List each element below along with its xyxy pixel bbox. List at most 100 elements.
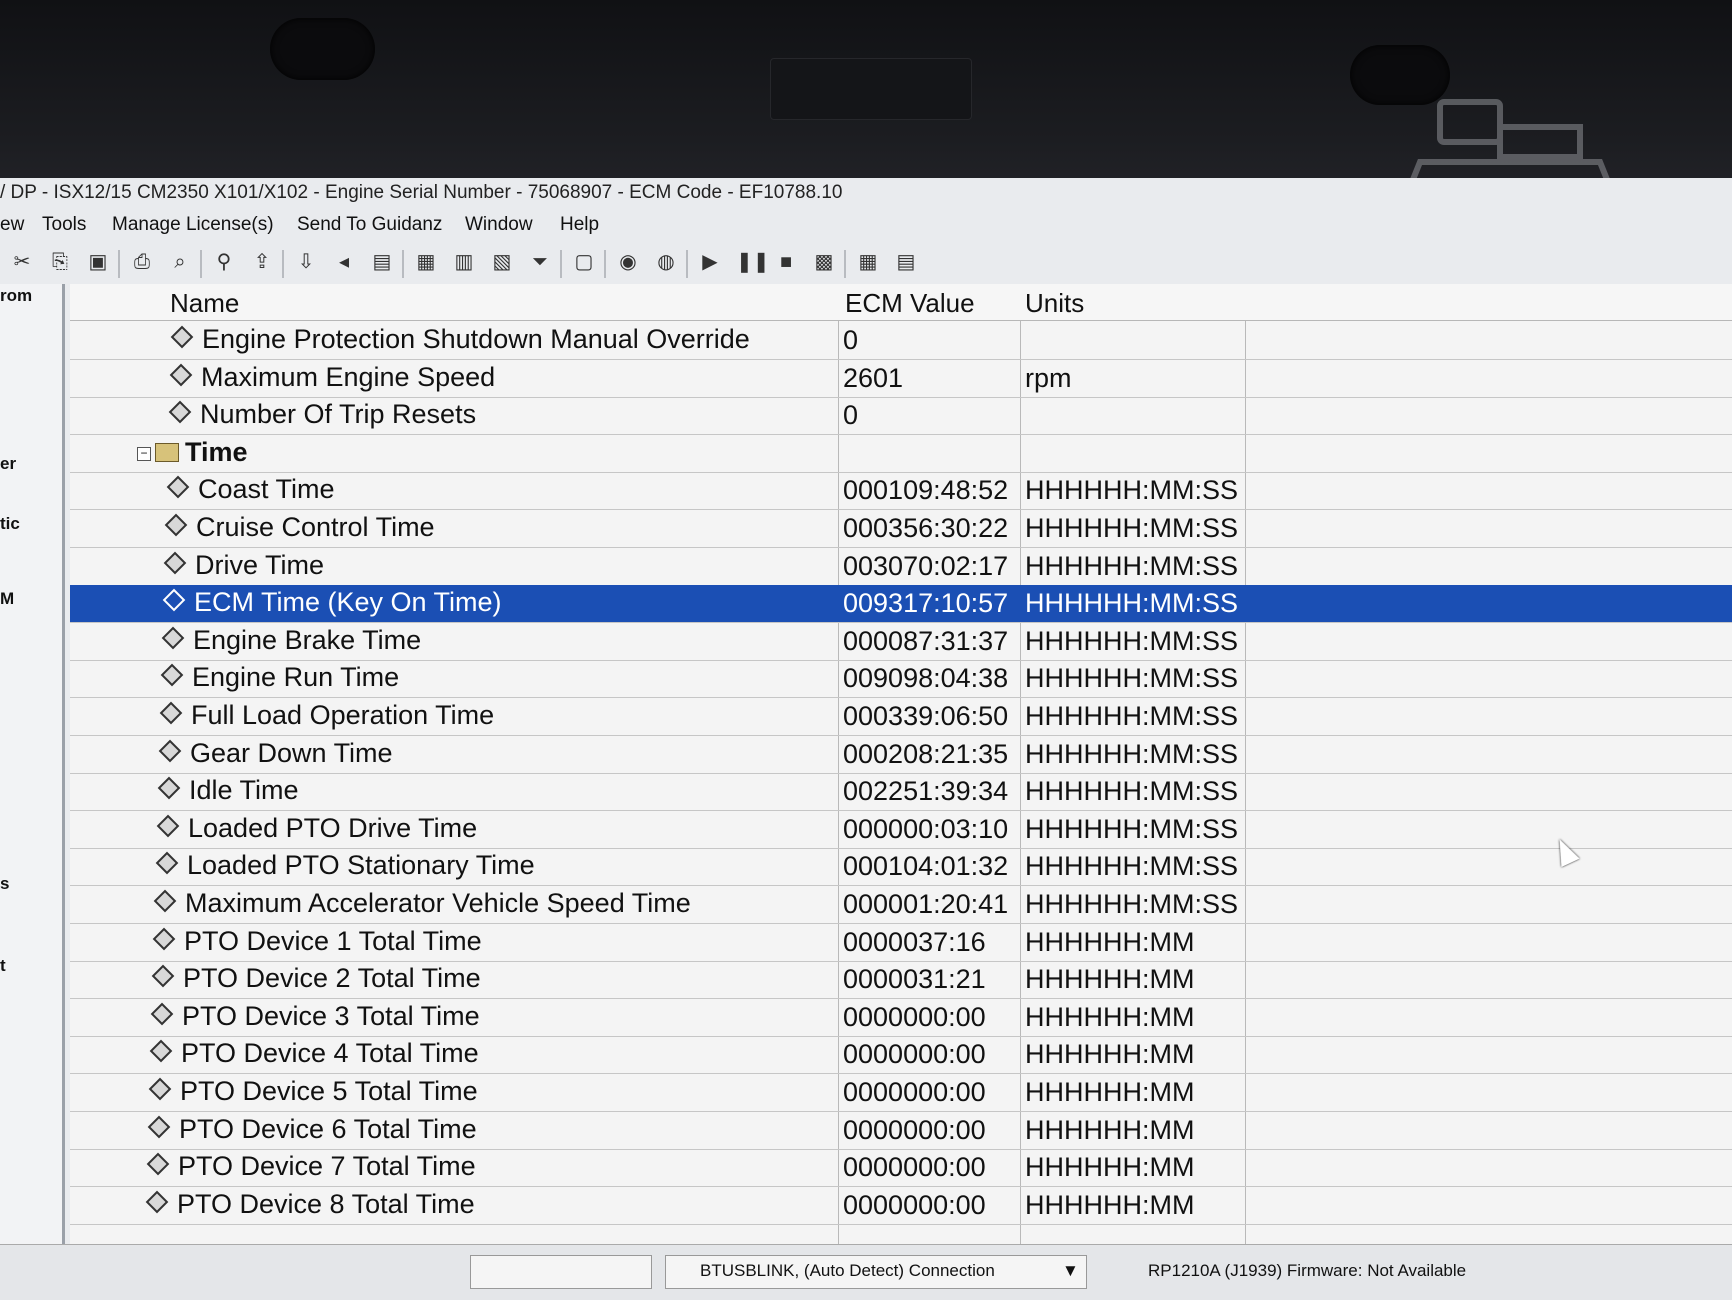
- row-units: HHHHHH:MM: [1025, 964, 1195, 995]
- left-panel-label: tic: [0, 514, 20, 533]
- folder-icon: [155, 442, 179, 462]
- table-row[interactable]: Number Of Trip Resets 0: [70, 397, 1732, 436]
- calc-icon[interactable]: ▦: [856, 250, 880, 274]
- table-row[interactable]: PTO Device 1 Total Time 0000037:16 HHHHHH:…: [70, 924, 1732, 962]
- parameter-icon: [168, 400, 192, 424]
- bezel-camera: [770, 58, 972, 120]
- toolbar-separator: [560, 250, 562, 278]
- table-row[interactable]: − Time: [70, 435, 1732, 473]
- table-row[interactable]: Engine Brake Time 000087:31:37 HHHHHH:MM:S…: [70, 623, 1732, 661]
- row-name: Gear Down Time: [190, 737, 393, 768]
- window-icon[interactable]: ▢: [572, 250, 596, 274]
- save-icon[interactable]: ▦: [414, 250, 438, 274]
- table-row[interactable]: PTO Device 8 Total Time 0000000:00 HHHHHH:…: [70, 1187, 1732, 1225]
- filter-icon[interactable]: ⏷: [528, 250, 552, 274]
- row-name: Maximum Engine Speed: [201, 361, 496, 392]
- menu-send-to-guidanz[interactable]: Send To Guidanz: [297, 210, 442, 240]
- row-name: Coast Time: [198, 474, 335, 505]
- row-name-cell: Maximum Engine Speed: [169, 362, 495, 393]
- menu-tools[interactable]: Tools: [42, 210, 86, 240]
- report-icon[interactable]: ▤: [370, 250, 394, 274]
- toolbar: ✂ ⎘ ▣ ⎙ ⌕ ⚲ ⇪ ⇩ ◂ ▤ ▦ ▥ ▧ ⏷ ▢ ◉ ◍ ▶ ❚❚ ■ ▩ ▦ ▤: [0, 244, 1000, 282]
- row-name: Cruise Control Time: [196, 512, 435, 542]
- menu-manage-licenses[interactable]: Manage License(s): [112, 210, 274, 240]
- page-icon[interactable]: ▥: [452, 250, 476, 274]
- table-row[interactable]: Idle Time 002251:39:34 HHHHHH:MM:SS: [70, 773, 1732, 812]
- bezel-hinge-left: [270, 18, 375, 80]
- table-row[interactable]: PTO Device 5 Total Time 0000000:00 HHHHHH:…: [70, 1074, 1732, 1112]
- notes-icon[interactable]: ▤: [894, 250, 918, 274]
- parameter-icon: [170, 325, 194, 349]
- column-header-ecm-value[interactable]: ECM Value: [845, 288, 975, 319]
- import-icon[interactable]: ⇪: [250, 250, 274, 274]
- screen: / DP - ISX12/15 CM2350 X101/X102 - Engin…: [0, 178, 1732, 1300]
- row-units: HHHHHH:MM:SS: [1025, 513, 1238, 543]
- row-value: 000000:03:10: [843, 813, 1009, 844]
- table-row[interactable]: PTO Device 2 Total Time 0000031:21 HHHHHH:…: [70, 961, 1732, 1000]
- table-row[interactable]: Gear Down Time 000208:21:35 HHHHHH:MM:SS: [70, 736, 1732, 774]
- row-value: 009317:10:57: [843, 588, 1009, 619]
- row-name: Loaded PTO Drive Time: [188, 812, 478, 843]
- row-name-cell: Gear Down Time: [158, 738, 393, 769]
- menu-view[interactable]: ew: [0, 210, 24, 240]
- record-icon[interactable]: ◍: [654, 250, 678, 274]
- table-row[interactable]: Cruise Control Time 000356:30:22 HHHHHH:MM…: [70, 510, 1732, 548]
- table-row[interactable]: PTO Device 6 Total Time 0000000:00 HHHHHH:…: [70, 1112, 1732, 1150]
- row-name-cell: Idle Time: [157, 775, 299, 806]
- back-icon[interactable]: ◂: [332, 250, 356, 274]
- table-row[interactable]: PTO Device 3 Total Time 0000000:00 HHHHHH:…: [70, 999, 1732, 1037]
- parameter-icon: [146, 1152, 170, 1176]
- row-name-cell: Engine Run Time: [160, 662, 399, 693]
- table-row[interactable]: Maximum Accelerator Vehicle Speed Time 00…: [70, 886, 1732, 924]
- column-header-units[interactable]: Units: [1025, 288, 1084, 319]
- table-row[interactable]: PTO Device 7 Total Time 0000000:00 HHHHHH:…: [70, 1149, 1732, 1188]
- pause-icon[interactable]: ❚❚: [736, 250, 770, 274]
- paste-icon[interactable]: ▣: [86, 250, 110, 274]
- print-icon[interactable]: ⎙: [130, 250, 154, 274]
- page2-icon[interactable]: ▧: [490, 250, 514, 274]
- export-icon[interactable]: ⇩: [294, 250, 318, 274]
- row-value: 000104:01:32: [843, 851, 1009, 882]
- table-row[interactable]: Loaded PTO Stationary Time 000104:01:32 HH…: [70, 848, 1732, 887]
- copy-icon[interactable]: ⎘: [48, 250, 72, 274]
- parameter-icon: [156, 814, 180, 838]
- print-preview-icon[interactable]: ⌕: [168, 250, 192, 274]
- row-value: 2601: [843, 362, 904, 393]
- row-value: 002251:39:34: [843, 776, 1009, 807]
- row-units: HHHHHH:MM:SS: [1025, 701, 1238, 731]
- row-name: PTO Device 1 Total Time: [184, 925, 482, 956]
- menu-window[interactable]: Window: [465, 210, 533, 240]
- left-panel-label: t: [0, 956, 6, 975]
- row-units: HHHHHH:MM:SS: [1025, 588, 1238, 619]
- find-icon[interactable]: ⚲: [212, 250, 236, 274]
- table-row[interactable]: Drive Time 003070:02:17 HHHHHH:MM:SS: [70, 548, 1732, 586]
- chevron-down-icon[interactable]: ▼: [1062, 1261, 1079, 1281]
- parameter-icon: [147, 1115, 171, 1138]
- play-icon[interactable]: ▶: [698, 250, 722, 274]
- camera-icon[interactable]: ◉: [616, 250, 640, 274]
- row-name: ECM Time (Key On Time): [194, 587, 502, 618]
- row-units: HHHHHH:MM: [1025, 1152, 1195, 1183]
- left-panel-label: M: [0, 589, 15, 608]
- row-units: HHHHHH:MM:SS: [1025, 813, 1238, 844]
- left-panel: rom er tic M s t: [0, 284, 65, 1244]
- table-row[interactable]: Engine Protection Shutdown Manual Overri…: [70, 322, 1732, 360]
- row-units: HHHHHH:MM: [1025, 1077, 1195, 1107]
- table-row[interactable]: Maximum Engine Speed 2601 rpm: [70, 360, 1732, 398]
- row-name: Engine Protection Shutdown Manual Overri…: [202, 324, 750, 354]
- table-row[interactable]: Coast Time 000109:48:52 HHHHHH:MM:SS: [70, 472, 1732, 511]
- table-row[interactable]: Full Load Operation Time 000339:06:50 HHHH…: [70, 698, 1732, 736]
- table-row[interactable]: Loaded PTO Drive Time 000000:03:10 HHHHHH:…: [70, 811, 1732, 849]
- stop-icon[interactable]: ■: [774, 250, 798, 274]
- table-row[interactable]: PTO Device 4 Total Time 0000000:00 HHHHHH:…: [70, 1036, 1732, 1075]
- row-value: 0000000:00: [843, 1189, 986, 1220]
- collapse-icon[interactable]: −: [137, 446, 151, 461]
- chart-icon[interactable]: ▩: [812, 250, 836, 274]
- status-progress: [470, 1255, 652, 1289]
- cut-icon[interactable]: ✂: [10, 250, 34, 274]
- column-header-name[interactable]: Name: [170, 288, 239, 319]
- menu-help[interactable]: Help: [560, 210, 599, 240]
- table-row[interactable]: Engine Run Time 009098:04:38 HHHHHH:MM:SS: [70, 660, 1732, 699]
- parameter-icon: [161, 626, 185, 650]
- table-row[interactable]: ECM Time (Key On Time) 009317:10:57 HHHHHH…: [70, 585, 1732, 624]
